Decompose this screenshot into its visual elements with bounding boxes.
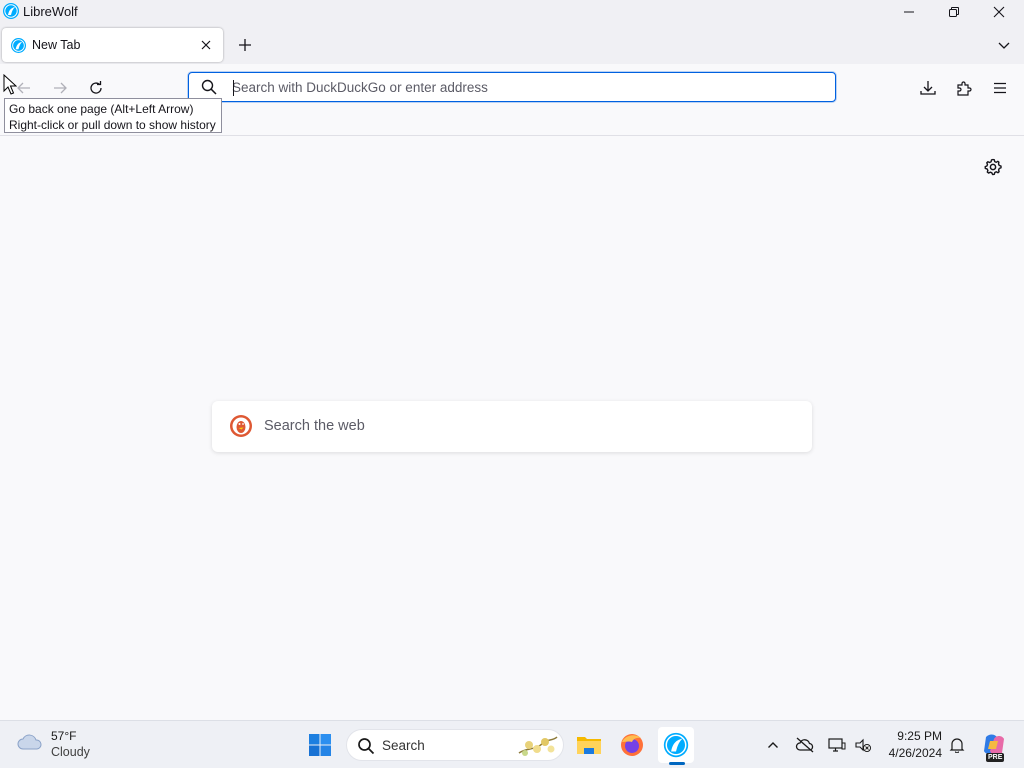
chevron-down-icon [998, 42, 1010, 49]
mouse-cursor-icon [3, 74, 17, 95]
minimize-icon [904, 11, 914, 13]
tooltip-line: Right-click or pull down to show history [9, 118, 216, 132]
taskbar-search-label: Search [382, 738, 425, 753]
reload-button[interactable] [84, 76, 108, 100]
clock-date[interactable]: 4/26/2024 [878, 746, 942, 760]
close-icon [201, 40, 211, 50]
windows-logo-icon [309, 734, 331, 756]
notifications-button[interactable] [947, 735, 967, 755]
close-icon [993, 6, 1005, 18]
title-bar: LibreWolf [0, 0, 1024, 24]
active-app-indicator [669, 762, 685, 765]
firefox-taskbar-button[interactable] [614, 727, 650, 763]
weather-temperature: 57°F [51, 729, 77, 743]
start-button[interactable] [306, 731, 334, 759]
application-menu-button[interactable] [988, 76, 1012, 100]
puzzle-icon [957, 81, 972, 96]
tooltip-line: Go back one page (Alt+Left Arrow) [9, 102, 194, 116]
download-icon [920, 81, 936, 95]
address-bar[interactable] [188, 72, 836, 102]
minimize-button[interactable] [886, 0, 932, 24]
text-caret [233, 80, 234, 96]
taskbar-search-box[interactable]: Search [346, 729, 564, 761]
window-title: LibreWolf [23, 4, 78, 19]
librewolf-logo-icon [3, 3, 19, 19]
cloud-icon [17, 734, 42, 750]
chevron-up-icon [768, 742, 778, 748]
librewolf-icon [663, 732, 689, 758]
tab-strip: New Tab [0, 24, 1024, 64]
arrow-left-icon [17, 82, 30, 94]
weather-condition: Cloudy [51, 745, 90, 759]
show-hidden-icons-button[interactable] [763, 735, 783, 755]
network-volume-tray-button[interactable] [853, 735, 873, 755]
monitor-icon [828, 738, 846, 752]
librewolf-taskbar-button[interactable] [658, 727, 694, 763]
librewolf-icon [11, 38, 26, 53]
file-explorer-taskbar-button[interactable] [571, 727, 607, 763]
plus-icon [239, 39, 251, 51]
onedrive-tray-button[interactable] [795, 735, 815, 755]
windows-taskbar: 57°F Cloudy Search 9:25 PM 4/26/2024 PRE [0, 720, 1024, 768]
new-tab-button[interactable] [234, 34, 256, 56]
tab-close-button[interactable] [198, 37, 214, 53]
firefox-icon [621, 734, 643, 756]
folder-icon [577, 737, 601, 754]
arrow-right-icon [54, 82, 67, 94]
search-icon [358, 738, 375, 755]
restore-icon [949, 7, 959, 17]
search-highlight-icon [518, 736, 558, 756]
close-window-button[interactable] [976, 0, 1022, 24]
duckduckgo-logo-icon [230, 415, 252, 437]
list-all-tabs-button[interactable] [993, 34, 1015, 56]
search-icon [201, 79, 217, 95]
url-input[interactable] [232, 77, 822, 97]
network-disconnected-icon [855, 738, 871, 752]
reload-icon [90, 81, 102, 94]
tab-new-tab[interactable]: New Tab [2, 28, 223, 62]
gear-icon [984, 158, 1002, 176]
search-the-web-input[interactable] [264, 415, 794, 437]
display-tray-button[interactable] [827, 735, 847, 755]
preview-badge: PRE [986, 753, 1005, 762]
hamburger-icon [994, 82, 1006, 94]
web-search-box[interactable] [212, 401, 812, 452]
clock-time[interactable]: 9:25 PM [884, 729, 942, 743]
forward-button[interactable] [48, 76, 72, 100]
tab-label: New Tab [32, 38, 81, 52]
back-button-tooltip: Go back one page (Alt+Left Arrow) Right-… [4, 98, 222, 133]
restore-button[interactable] [931, 0, 977, 24]
customize-new-tab-button[interactable] [982, 156, 1004, 178]
downloads-button[interactable] [916, 76, 940, 100]
bell-icon [949, 738, 965, 753]
extensions-button[interactable] [952, 76, 976, 100]
cloud-offline-icon [795, 737, 814, 753]
